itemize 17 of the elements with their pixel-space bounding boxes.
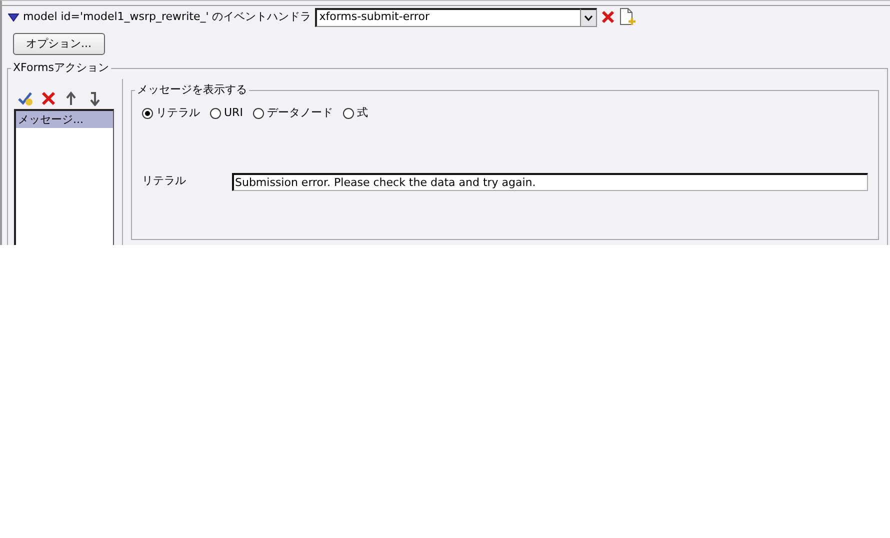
options-button[interactable]: オプション...: [13, 33, 104, 55]
collapse-triangle-icon[interactable]: [8, 12, 19, 22]
radio-option[interactable]: リテラル: [142, 105, 200, 122]
action-list-item[interactable]: メッセージ...: [16, 111, 113, 128]
group-title: XFormsアクション: [11, 61, 111, 75]
handler-label: model id='model1_wsrp_rewrite_' のイベントハンドラ: [23, 8, 312, 25]
add-check-icon[interactable]: [18, 90, 33, 106]
field-label: リテラル: [142, 173, 187, 190]
delete-icon[interactable]: [601, 10, 616, 24]
new-document-icon[interactable]: [619, 8, 636, 26]
radio-option[interactable]: 式: [342, 105, 368, 122]
radio-option[interactable]: URI: [210, 105, 243, 122]
group-title: メッセージを表示する: [135, 83, 249, 97]
event-dropdown[interactable]: xforms-submit-error: [315, 8, 580, 26]
literal-field[interactable]: Submission error. Please check the data and try again.: [232, 172, 868, 190]
delete-icon[interactable]: [41, 90, 56, 106]
radio-option[interactable]: データノード: [252, 105, 333, 122]
